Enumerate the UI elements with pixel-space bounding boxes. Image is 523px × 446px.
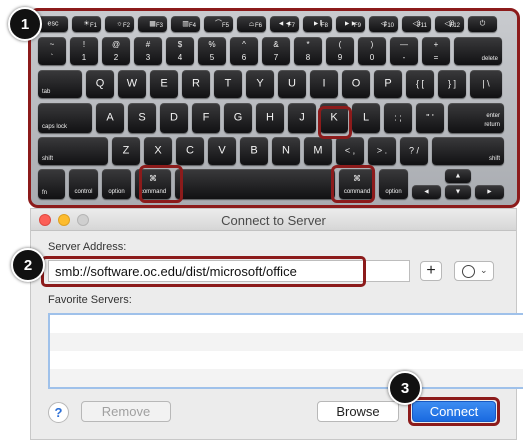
chevron-down-icon: ⌄ [480,265,488,275]
favorite-servers-label: Favorite Servers: [48,294,132,306]
server-address-label: Server Address: [48,241,127,253]
list-item[interactable] [50,315,523,333]
title-bar: Connect to Server [31,209,516,231]
keyboard-highlight [28,8,520,208]
clock-icon [462,265,475,278]
connect-to-server-dialog: Connect to Server Server Address: smb://… [30,208,523,440]
browse-button[interactable]: Browse [317,401,399,422]
add-favorite-button[interactable]: + [420,261,442,281]
list-item[interactable] [50,333,523,351]
window-title: Connect to Server [221,213,326,228]
list-item[interactable] [50,369,523,387]
step-3-callout: 3 [388,371,422,405]
server-address-highlight [41,256,366,287]
step-1-callout: 1 [8,7,42,41]
connect-button[interactable]: Connect [412,401,496,422]
step-2-callout: 2 [11,248,45,282]
help-button[interactable]: ? [48,402,69,423]
recent-servers-button[interactable]: ⌄ [454,261,494,281]
remove-button[interactable]: Remove [81,401,171,422]
list-item[interactable] [50,351,523,369]
favorite-servers-list[interactable] [48,313,523,389]
